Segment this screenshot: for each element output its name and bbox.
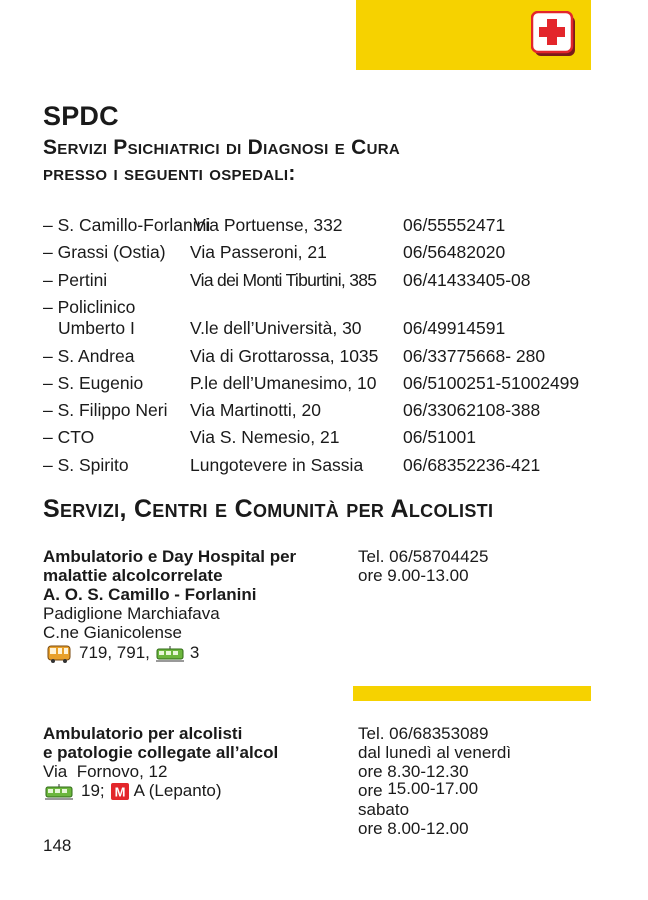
- page-subtitle-line2: presso i seguenti ospedali:: [43, 162, 296, 185]
- entry-contact: Tel. 06/68353089 dal lunedì al venerdì o…: [358, 724, 511, 838]
- entry-address: Via Fornovo, 12: [43, 762, 168, 781]
- hospital-name: – Pertini: [43, 270, 108, 290]
- hospital-address: Via dei Monti Tiburtini, 385: [190, 270, 377, 290]
- hospital-name: – Grassi (Ostia): [43, 242, 166, 262]
- entry-phone: Tel. 06/58704425: [358, 547, 489, 566]
- hospital-phone: 06/56482020: [403, 242, 506, 262]
- tram-icon: [155, 645, 184, 662]
- hospital-address: Via Martinotti, 20: [190, 400, 321, 420]
- hospital-name: – CTO: [43, 427, 95, 447]
- hospital-phone: 06/68352236-421: [403, 455, 541, 475]
- entry-title-line: malattie alcolcorrelate: [43, 566, 223, 585]
- hospital-phone: 06/51001: [403, 427, 476, 447]
- page-subtitle-line1: Servizi Psichiatrici di Diagnosi e Cura: [43, 136, 401, 159]
- hospital-address: Lungotevere in Sassia: [190, 455, 364, 475]
- hospital-address: V.le dell’Università, 30: [190, 318, 362, 338]
- section-divider-bar: [353, 686, 591, 701]
- first-aid-icon: [531, 11, 575, 56]
- hours-prefix: ore: [358, 781, 383, 800]
- hospital-name: – Policlinico: [43, 297, 136, 317]
- entry-ambulatorio-day-hospital: Ambulatorio e Day Hospital per malattie …: [43, 547, 296, 663]
- section-title-alcohol-services: Servizi, Centri e Comunità per Alcolisti: [43, 495, 494, 523]
- hospital-phone: 06/49914591: [403, 318, 506, 338]
- entry-address: C.ne Gianicolense: [43, 623, 182, 642]
- tram-icon: [45, 783, 73, 800]
- entry-hours-afternoon: ore 15.00-17.00: [358, 779, 511, 800]
- tram-lines: 3: [189, 643, 200, 662]
- entry-title-line: Ambulatorio e Day Hospital per: [43, 547, 297, 566]
- hospital-address: Via di Grottarossa, 1035: [190, 346, 379, 366]
- hospital-address: P.le dell’Umanesimo, 10: [190, 373, 377, 393]
- entry-title-line: e patologie collegate all’alcol: [43, 743, 279, 762]
- hospital-name: – S. Eugenio: [43, 373, 144, 393]
- hospital-address: Via Portuense, 332: [194, 215, 343, 235]
- hospital-address: Via S. Nemesio, 21: [190, 427, 340, 447]
- entry-saturday-hours: ore 8.00-12.00: [358, 819, 469, 838]
- hospital-name: – S. Spirito: [43, 455, 129, 475]
- hospital-address: Via Passeroni, 21: [190, 242, 327, 262]
- hospital-name: – S. Filippo Neri: [43, 400, 168, 420]
- page-title: SPDC: [43, 101, 119, 131]
- entry-contact: Tel. 06/58704425 ore 9.00-13.00: [358, 547, 488, 585]
- entry-title-line: Ambulatorio per alcolisti: [43, 724, 243, 743]
- entry-saturday: sabato: [358, 800, 410, 819]
- entry-ambulatorio-alcolisti: Ambulatorio per alcolisti e patologie co…: [43, 724, 279, 801]
- hospital-phone: 06/33775668- 280: [403, 346, 546, 366]
- entry-transport: 19; M A (Lepanto): [43, 781, 278, 801]
- hospital-name: – S. Camillo-Forlanini: [43, 215, 211, 235]
- page-number: 148: [43, 836, 72, 855]
- hospital-phone: 06/41433405-08: [403, 270, 531, 290]
- hospital-name-continued: Umberto I: [58, 318, 135, 338]
- entry-transport: 719, 791, 3: [43, 643, 296, 663]
- metro-letter: M: [114, 785, 125, 800]
- hospital-phone: 06/55552471: [403, 215, 506, 235]
- hours-value: 15.00-17.00: [387, 779, 479, 798]
- entry-hospital-name: A. O. S. Camillo - Forlanini: [43, 585, 257, 604]
- entry-location: Padiglione Marchiafava: [43, 604, 220, 623]
- bus-lines: 719, 791,: [79, 643, 150, 662]
- entry-days: dal lunedì al venerdì: [358, 743, 512, 762]
- tram-lines: 19;: [81, 781, 105, 800]
- metro-icon: M: [110, 783, 129, 801]
- bus-icon: [47, 645, 71, 663]
- metro-lines: A (Lepanto): [133, 781, 222, 800]
- hospital-phone: 06/33062108-388: [403, 400, 541, 420]
- hospital-phone: 06/5100251-51002499: [403, 373, 580, 393]
- hospital-name: – S. Andrea: [43, 346, 135, 366]
- entry-hours: ore 9.00-13.00: [358, 566, 469, 585]
- entry-phone: Tel. 06/68353089: [358, 724, 489, 743]
